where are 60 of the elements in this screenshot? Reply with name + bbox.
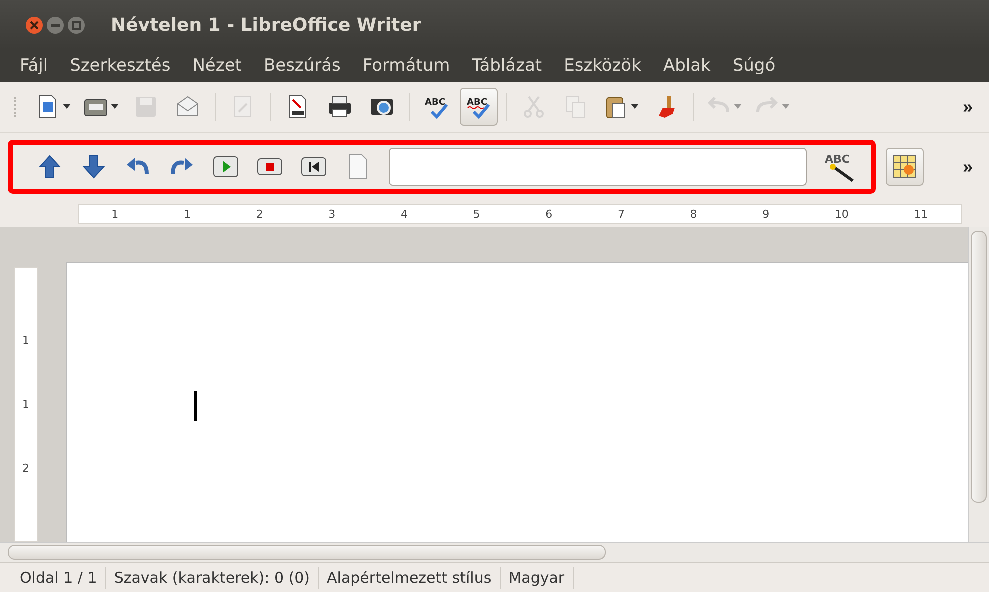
- ruler-number: 2: [22, 462, 30, 476]
- status-text: Oldal 1 / 1: [12, 566, 106, 588]
- menu-item[interactable]: Fájl: [20, 56, 48, 76]
- menu-item[interactable]: Szerkesztés: [70, 56, 171, 76]
- ruler-number: 1: [112, 208, 119, 220]
- close-button[interactable]: [26, 16, 43, 34]
- ruler-number: 2: [256, 208, 264, 220]
- icon-label: ABC: [467, 98, 488, 108]
- scrollbar-thumb[interactable]: [8, 545, 606, 560]
- toolbar-button[interactable]: ABC: [418, 88, 456, 126]
- ruler-number: 5: [473, 208, 480, 220]
- text-cursor: [194, 391, 197, 421]
- minimize-button[interactable]: [47, 16, 64, 34]
- minimize-icon: [51, 24, 60, 26]
- scissors-icon: [521, 94, 547, 120]
- ruler-number: 4: [400, 208, 408, 220]
- toolbar-button[interactable]: ABC: [460, 88, 498, 126]
- ruler-number: 6: [546, 208, 553, 220]
- ruler-number: 10: [834, 208, 849, 220]
- dropdown-caret-icon: [111, 104, 119, 110]
- ruler-number: 8: [690, 208, 698, 220]
- menu-item[interactable]: Formátum: [362, 56, 450, 76]
- status-text: Szavak (karakterek): 0 (0): [106, 566, 320, 588]
- menu-item[interactable]: Nézet: [192, 56, 242, 76]
- input-field[interactable]: [389, 148, 807, 186]
- up-arrow-icon: [37, 154, 63, 180]
- table-hand-icon: [891, 153, 919, 181]
- play-icon: [213, 154, 239, 180]
- overflow-button[interactable]: »: [956, 156, 979, 178]
- ruler-number: 1: [22, 334, 30, 347]
- menu-item[interactable]: Táblázat: [472, 56, 542, 76]
- close-icon: [30, 20, 39, 30]
- toolbar-button[interactable]: ABC: [819, 148, 861, 186]
- down-arrow-icon: [81, 154, 107, 180]
- dropdown-caret-icon: [631, 104, 639, 110]
- ruler-number: 7: [618, 208, 625, 220]
- ruler-number: 1: [184, 208, 191, 220]
- ruler-number: 11: [914, 208, 928, 220]
- dropdown-caret-icon: [63, 104, 71, 110]
- ruler-number: 1: [22, 398, 30, 411]
- ruler-number: 9: [762, 208, 770, 220]
- dropdown-caret-icon: [734, 104, 742, 110]
- dropdown-caret-icon: [782, 104, 790, 110]
- vertical-scrollbar[interactable]: [968, 227, 989, 542]
- window-title: Névtelen 1 - LibreOffice Writer: [111, 14, 422, 36]
- icon-label: ABC: [825, 153, 850, 166]
- icon-label: ABC: [425, 98, 446, 108]
- horizontal-scrollbar[interactable]: [0, 542, 989, 562]
- status-text: Alapértelmezett stílus: [319, 566, 501, 588]
- menu-item[interactable]: Ablak: [663, 56, 711, 76]
- maximize-button[interactable]: [68, 16, 85, 34]
- overflow-button[interactable]: »: [956, 96, 979, 118]
- printer-icon: [327, 94, 353, 120]
- menu-item[interactable]: Beszúrás: [264, 56, 341, 76]
- maximize-icon: [72, 20, 81, 30]
- status-text: Magyar: [500, 566, 574, 588]
- ruler-number: 3: [328, 208, 336, 220]
- scrollbar-thumb[interactable]: [971, 231, 987, 503]
- menu-item[interactable]: Súgó: [732, 56, 776, 76]
- menu-item[interactable]: Eszközök: [564, 56, 642, 76]
